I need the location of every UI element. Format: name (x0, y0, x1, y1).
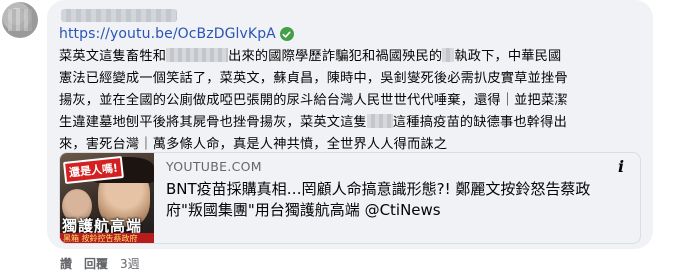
preview-title[interactable]: BNT疫苗採購真相…罔顧人命搞意識形態?! 鄭麗文按鈴怒告蔡政府"叛國集團"用台… (166, 179, 606, 221)
thumbnail-caption: 獨護航高端 (62, 217, 143, 233)
comment-line-1a: 菜英文這隻畜牲和 (59, 49, 167, 64)
comment-line-4b: 這種搞疫苗的缺德事也幹得出 (392, 115, 567, 130)
thumbnail-strip: 黑箱 按鈴控告蔡政府 (60, 233, 154, 243)
info-icon[interactable]: i (612, 157, 630, 176)
like-button[interactable]: 讚 (60, 255, 72, 272)
comment-line-4a: 生違建墓地刨平後將其屍骨也挫骨揚灰，菜英文這隻 (59, 115, 367, 130)
reply-button[interactable]: 回覆 (84, 255, 108, 272)
video-thumbnail[interactable]: 還是人嗎! 獨護航高端 黑箱 按鈴控告蔡政府 (60, 153, 154, 243)
author-name-redacted[interactable] (61, 9, 177, 22)
preview-domain: YOUTUBE.COM (166, 159, 262, 174)
comment-line-2: 憲法已經變成一個笑話了，菜英文，蘇貞昌，陳時中，吳釗燮死後必需扒皮實草並挫骨 (59, 71, 568, 86)
verified-check-icon (279, 27, 294, 41)
comment-line-5: 來，害死台灣｜萬多條人命，真是人神共憤，全世界人人得而誅之 (59, 137, 448, 152)
comment-actions: 讚 回覆 3週 (60, 254, 152, 272)
comment-line-1c: 執政下，中華民國 (454, 49, 562, 64)
redacted-text (442, 48, 455, 62)
preview-body: YOUTUBE.COM BNT疫苗採購真相…罔顧人命搞意識形態?! 鄭麗文按鈴怒… (166, 153, 610, 243)
link-line: https://youtu.be/OcBzDGlvKpA (59, 23, 294, 45)
timestamp[interactable]: 3週 (120, 255, 140, 272)
comment-text: 菜英文這隻畜牲和 出來的國際學歷詐騙犯和禍國殃民的 執政下，中華民國 憲法已經變成一… (59, 46, 643, 156)
youtube-link[interactable]: https://youtu.be/OcBzDGlvKpA (59, 26, 276, 42)
link-preview-card[interactable]: 還是人嗎! 獨護航高端 黑箱 按鈴控告蔡政府 YOUTUBE.COM BNT疫苗… (59, 152, 641, 244)
redacted-text (166, 48, 229, 62)
comment-bubble: https://youtu.be/OcBzDGlvKpA 菜英文這隻畜牲和 出來的… (47, 0, 653, 249)
comment-line-1b: 出來的國際學歷詐騙犯和禍國殃民的 (228, 49, 443, 64)
redacted-text (366, 114, 393, 128)
avatar[interactable] (2, 2, 38, 38)
comment-line-3: 揚灰，並在全國的公廁做成啞巴張開的尿斗給台灣人民世世代代唾棄，還得｜並把菜潔 (59, 93, 568, 108)
